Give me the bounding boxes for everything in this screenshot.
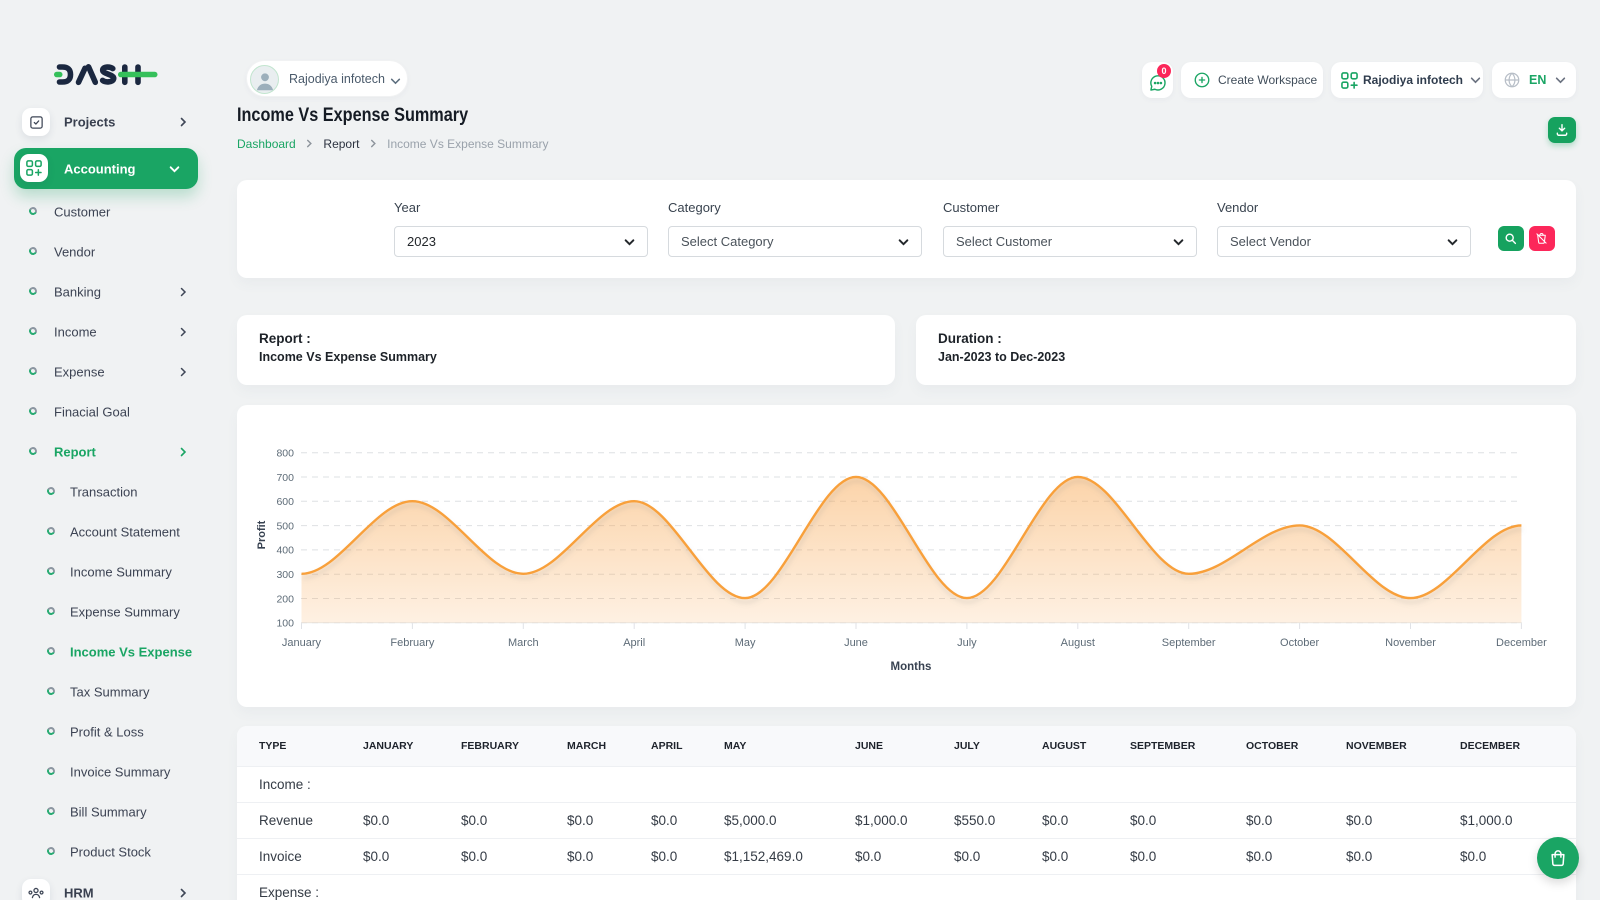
svg-text:300: 300 <box>276 569 294 581</box>
svg-text:July: July <box>957 637 977 649</box>
svg-text:600: 600 <box>276 496 294 508</box>
svg-text:February: February <box>390 637 435 649</box>
svg-text:200: 200 <box>276 593 294 605</box>
svg-text:August: August <box>1061 637 1095 649</box>
svg-text:December: December <box>1496 637 1547 649</box>
svg-text:September: September <box>1162 637 1216 649</box>
svg-text:400: 400 <box>276 545 294 557</box>
svg-text:May: May <box>735 637 756 649</box>
svg-text:January: January <box>282 637 322 649</box>
svg-text:500: 500 <box>276 520 294 532</box>
svg-text:Months: Months <box>891 661 932 673</box>
svg-text:April: April <box>623 637 645 649</box>
svg-text:100: 100 <box>276 618 294 630</box>
svg-text:700: 700 <box>276 472 294 484</box>
svg-text:October: October <box>1280 637 1319 649</box>
svg-text:June: June <box>844 637 868 649</box>
svg-text:Profit: Profit <box>256 520 268 549</box>
svg-text:November: November <box>1385 637 1436 649</box>
svg-text:March: March <box>508 637 539 649</box>
svg-text:800: 800 <box>276 448 294 460</box>
